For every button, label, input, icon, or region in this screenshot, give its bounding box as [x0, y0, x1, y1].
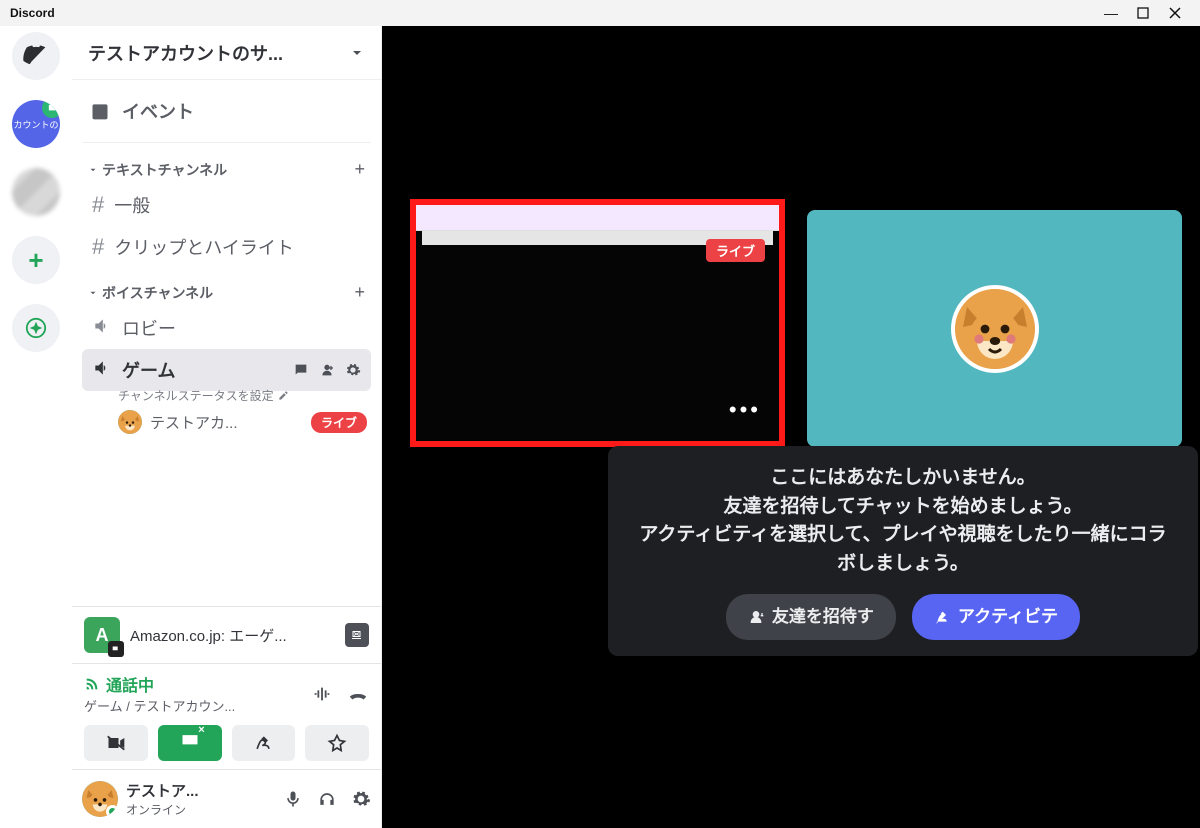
- calendar-icon: [90, 101, 110, 121]
- chat-icon[interactable]: [293, 362, 309, 378]
- server-2[interactable]: [12, 168, 60, 216]
- category-text[interactable]: テキストチャンネル +: [82, 155, 371, 184]
- voice-badge-icon: [42, 100, 60, 118]
- voice-user-self[interactable]: テストアカ... ライブ: [82, 404, 371, 440]
- avatar: [118, 410, 142, 434]
- channel-clips[interactable]: # クリップとハイライト: [82, 226, 371, 268]
- dm-home-button[interactable]: [12, 32, 60, 80]
- call-where-label: ゲーム / テストアカウン...: [84, 696, 235, 715]
- prompt-line-2: 友達を招待してチャットを始めましょう。: [632, 493, 1174, 522]
- participant-tile[interactable]: [807, 210, 1182, 447]
- call-block: 通話中 ゲーム / テストアカウン...: [72, 663, 381, 769]
- prompt-line-1: ここにはあなたしかいません。: [632, 464, 1174, 493]
- status-dot-online: [106, 805, 118, 817]
- empty-call-prompt: ここにはあなたしかいません。 友達を招待してチャットを始めましょう。 アクティビ…: [608, 446, 1198, 656]
- events-button[interactable]: イベント: [82, 88, 371, 143]
- add-voice-channel-button[interactable]: +: [354, 282, 365, 303]
- mic-icon[interactable]: [283, 789, 303, 809]
- pencil-icon: [278, 390, 289, 401]
- disconnect-icon[interactable]: [347, 683, 369, 705]
- voice-user-name: テストアカ...: [150, 412, 238, 433]
- window-minimize[interactable]: —: [1104, 6, 1118, 20]
- video-grid: ライブ ••• ここにはあなたしかいません。 友達を招待してチャットを始めましょ…: [382, 26, 1200, 828]
- invite-icon: [748, 609, 764, 625]
- voice-channel-game-label: ゲーム: [122, 357, 175, 383]
- user-status: オンライン: [126, 801, 199, 818]
- live-badge: ライブ: [706, 239, 765, 262]
- gear-icon[interactable]: [351, 789, 371, 809]
- titlebar: Discord —: [0, 0, 1200, 26]
- server-1[interactable]: カウントの: [12, 100, 60, 148]
- category-voice[interactable]: ボイスチャンネル +: [82, 278, 371, 307]
- live-badge: ライブ: [311, 412, 367, 433]
- channel-clips-label: クリップとハイライト: [114, 234, 294, 260]
- add-channel-button[interactable]: +: [354, 159, 365, 180]
- stream-tile[interactable]: ライブ •••: [410, 199, 785, 447]
- channel-general-label: 一般: [114, 192, 150, 218]
- activity-row[interactable]: A Amazon.co.jp: エーゲ...: [72, 607, 381, 663]
- start-activity-button[interactable]: アクティビテ: [912, 594, 1080, 640]
- activity-app-icon: A: [84, 617, 120, 653]
- screenshare-button[interactable]: [158, 725, 222, 761]
- server-1-label: カウントの: [13, 118, 58, 131]
- hash-icon: #: [92, 192, 104, 218]
- voice-channel-lobby[interactable]: ロビー: [82, 307, 371, 349]
- server-header[interactable]: テストアカウントのサ...: [72, 26, 381, 80]
- camera-button[interactable]: [84, 725, 148, 761]
- category-text-label: テキストチャンネル: [102, 160, 227, 180]
- window-title: Discord: [4, 6, 55, 20]
- chevron-down-icon: [349, 45, 365, 61]
- more-icon[interactable]: •••: [729, 397, 761, 423]
- voice-channel-game[interactable]: ゲーム: [82, 349, 371, 391]
- speaker-icon: [92, 316, 112, 341]
- voice-channel-lobby-label: ロビー: [122, 315, 176, 341]
- channel-list: イベント テキストチャンネル + # 一般 # クリップとハイライト: [72, 80, 381, 606]
- headphones-icon[interactable]: [317, 789, 337, 809]
- window-maximize[interactable]: [1136, 6, 1150, 20]
- server-name: テストアカウントのサ...: [88, 40, 283, 66]
- chevron-down-icon: [88, 288, 98, 298]
- window-close[interactable]: [1168, 6, 1182, 20]
- user-name: テストア...: [126, 780, 199, 801]
- noise-suppression-icon[interactable]: [311, 683, 333, 705]
- activity-launch-button[interactable]: [232, 725, 296, 761]
- category-voice-label: ボイスチャンネル: [102, 283, 213, 303]
- soundboard-button[interactable]: [305, 725, 369, 761]
- invite-icon[interactable]: [319, 362, 335, 378]
- rocket-icon: [934, 609, 950, 625]
- avatar: [951, 285, 1039, 373]
- channel-status-hint[interactable]: チャンネルステータスを設定: [82, 387, 371, 404]
- invite-friends-button[interactable]: 友達を招待す: [726, 594, 896, 640]
- user-panel[interactable]: テストア... オンライン: [72, 769, 381, 828]
- channel-sidebar: テストアカウントのサ... イベント テキストチャンネル + # 一般 #: [72, 26, 382, 828]
- window-controls: —: [1104, 6, 1196, 20]
- avatar: [82, 781, 118, 817]
- server-rail: カウントの +: [0, 26, 72, 828]
- hash-icon: #: [92, 234, 104, 260]
- speaker-icon: [92, 358, 112, 383]
- events-label: イベント: [122, 98, 194, 124]
- chevron-down-icon: [88, 165, 98, 175]
- call-status-label: 通話中: [84, 672, 235, 696]
- activity-label: Amazon.co.jp: エーゲ...: [130, 625, 335, 646]
- prompt-line-3: アクティビティを選択して、プレイや視聴をしたり一緒にコラボしましょう。: [632, 521, 1174, 578]
- shared-window-titlebar: [416, 205, 779, 231]
- add-server-button[interactable]: +: [12, 236, 60, 284]
- stop-stream-button[interactable]: [345, 623, 369, 647]
- explore-button[interactable]: [12, 304, 60, 352]
- gear-icon[interactable]: [345, 362, 361, 378]
- signal-icon: [84, 676, 100, 692]
- channel-general[interactable]: # 一般: [82, 184, 371, 226]
